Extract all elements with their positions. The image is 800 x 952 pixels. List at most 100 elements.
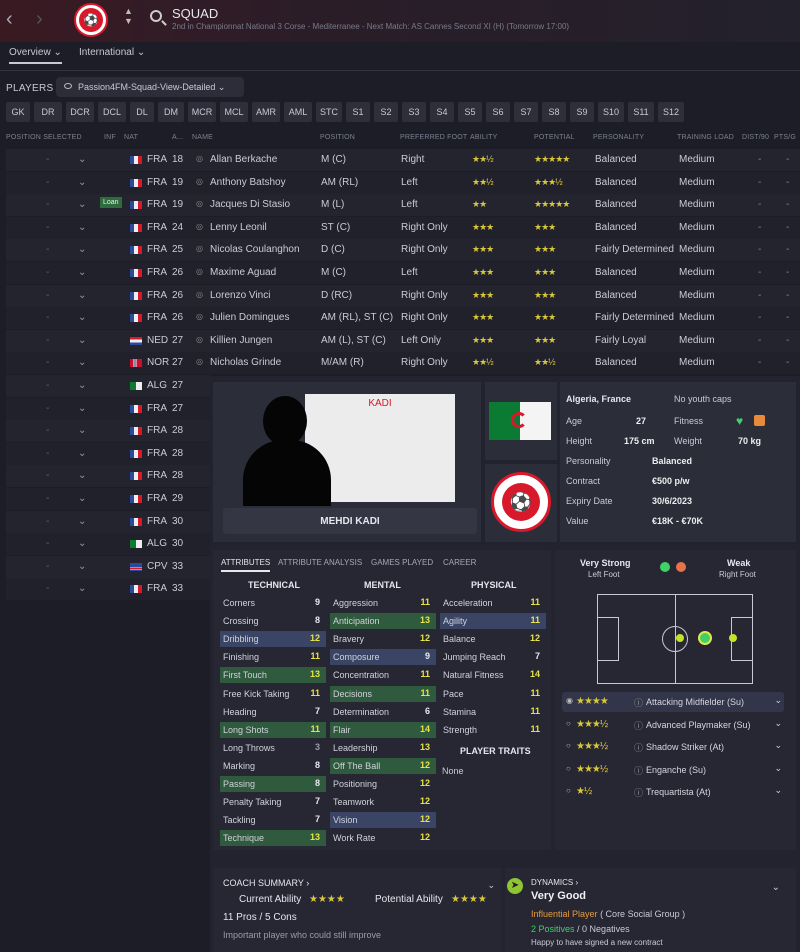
chevron-down-icon[interactable]: ⌄ (78, 290, 86, 301)
radio-icon[interactable]: ○ (566, 786, 571, 795)
chevron-down-icon[interactable]: ⌄ (78, 538, 86, 549)
club-badge[interactable]: ⚽ (491, 472, 551, 532)
position-filter-s2[interactable]: S2 (374, 102, 398, 122)
position-filter-stc[interactable]: STC (316, 102, 342, 122)
column-header[interactable]: DIST/90 (742, 134, 769, 141)
player-name[interactable]: Nicholas Grinde (210, 357, 281, 368)
position-filter-s11[interactable]: S11 (628, 102, 654, 122)
chevron-down-icon[interactable]: ⌄ (774, 718, 782, 729)
info-icon[interactable]: ⓘ (634, 696, 643, 709)
player-name[interactable]: Lenny Leonil (210, 222, 267, 233)
player-name[interactable]: Jacques Di Stasio (210, 199, 290, 210)
position-filter-s7[interactable]: S7 (514, 102, 538, 122)
chevron-down-icon[interactable]: ⌄ (78, 561, 86, 572)
position-filter-dcr[interactable]: DCR (66, 102, 94, 122)
view-selector[interactable]: Passion4FM-Squad-View-Detailed ⌄ (56, 77, 244, 97)
table-row[interactable]: - ⌄ FRA 24 ◎ Lenny Leonil ST (C) Right Only ★★★ ★… (6, 216, 800, 239)
chevron-down-icon[interactable]: ⌄ (78, 357, 86, 368)
role-row[interactable]: ○ ★★★½ ⓘ Advanced Playmaker (Su) ⌄ (562, 715, 784, 735)
column-header[interactable]: PERSONALITY (593, 134, 644, 141)
tab-attribute-analysis[interactable]: ATTRIBUTE ANALYSIS (278, 558, 362, 567)
forward-icon[interactable]: › (36, 8, 43, 31)
position-filter-s9[interactable]: S9 (570, 102, 594, 122)
chevron-down-icon[interactable]: ⌄ (774, 763, 782, 774)
position-filter-s5[interactable]: S5 (458, 102, 482, 122)
position-filter-s1[interactable]: S1 (346, 102, 370, 122)
club-crest[interactable]: ⚽ (74, 3, 108, 37)
search-icon[interactable] (150, 10, 162, 22)
chevron-down-icon[interactable]: ⌄ (78, 516, 86, 527)
table-row[interactable]: - ⌄ FRA 26 ◎ Lorenzo Vinci D (RC) Right Only ★★★… (6, 284, 800, 307)
algeria-flag[interactable] (489, 402, 551, 440)
position-filter-s8[interactable]: S8 (542, 102, 566, 122)
player-name[interactable]: Lorenzo Vinci (210, 290, 270, 301)
chevron-down-icon[interactable]: ⌄ (774, 695, 782, 706)
sort-arrows-icon[interactable]: ▲ ▼ (124, 6, 133, 26)
table-row[interactable]: - ⌄ NED 27 ◎ Killien Jungen AM (L), ST (C) Left… (6, 329, 800, 352)
role-row[interactable]: ○ ★★★½ ⓘ Shadow Striker (At) ⌄ (562, 737, 784, 757)
table-row[interactable]: - ⌄ CPV 33 (6, 555, 210, 578)
chevron-down-icon[interactable]: ⌄ (78, 425, 86, 436)
chevron-down-icon[interactable]: ⌄ (78, 403, 86, 414)
table-row[interactable]: - ⌄ FRA 25 ◎ Nicolas Coulanghon D (C) Right Onl… (6, 239, 800, 262)
player-name[interactable]: Killien Jungen (210, 335, 272, 346)
player-name[interactable]: Maxime Aguad (210, 267, 276, 278)
chevron-down-icon[interactable]: ⌄ (78, 470, 86, 481)
info-icon[interactable]: ⓘ (634, 719, 643, 732)
chevron-down-icon[interactable]: ⌄ (78, 583, 86, 594)
radio-icon[interactable]: ○ (566, 764, 571, 773)
table-row[interactable]: - ⌄ FRA 33 (6, 578, 210, 601)
chevron-down-icon[interactable]: ⌄ (78, 493, 86, 504)
info-icon[interactable]: ⓘ (634, 741, 643, 754)
position-filter-s4[interactable]: S4 (430, 102, 454, 122)
chevron-down-icon[interactable]: ⌄ (78, 244, 86, 255)
position-filter-s10[interactable]: S10 (598, 102, 624, 122)
info-icon[interactable]: ⓘ (634, 764, 643, 777)
table-row[interactable]: - ⌄ Loan FRA 19 ◎ Jacques Di Stasio M (L) Left ★★… (6, 194, 800, 217)
tab-overview[interactable]: Overview ⌄ (9, 47, 62, 64)
position-filter-dm[interactable]: DM (158, 102, 184, 122)
table-row[interactable]: - ⌄ NOR 27 ◎ Nicholas Grinde M/AM (R) Right Onl… (6, 352, 800, 375)
player-name[interactable]: Allan Berkache (210, 154, 277, 165)
table-row[interactable]: - ⌄ FRA 28 (6, 465, 210, 488)
table-row[interactable]: - ⌄ FRA 30 (6, 510, 210, 533)
role-row[interactable]: ◉ ★★★★ ⓘ Attacking Midfielder (Su) ⌄ (562, 692, 784, 712)
position-filter-dcl[interactable]: DCL (98, 102, 126, 122)
table-row[interactable]: - ⌄ ALG 30 (6, 533, 210, 556)
chevron-down-icon[interactable]: ⌄ (772, 882, 780, 893)
radio-icon[interactable]: ○ (566, 741, 571, 750)
column-header[interactable]: PTS/G (774, 134, 796, 141)
chevron-down-icon[interactable]: ⌄ (78, 222, 86, 233)
player-name[interactable]: Anthony Batshoy (210, 177, 286, 188)
tab-career[interactable]: CAREER (443, 558, 476, 567)
column-header[interactable]: NAME (192, 134, 213, 141)
chevron-down-icon[interactable]: ⌄ (78, 380, 86, 391)
position-filter-s6[interactable]: S6 (486, 102, 510, 122)
column-header[interactable]: NAT (124, 134, 138, 141)
column-header[interactable]: POTENTIAL (534, 134, 575, 141)
column-header[interactable]: POSITION SELECTED (6, 134, 82, 141)
chevron-down-icon[interactable]: ⌄ (78, 199, 86, 210)
tab-international[interactable]: International ⌄ (79, 47, 145, 58)
table-row[interactable]: - ⌄ FRA 28 (6, 420, 210, 443)
column-header[interactable]: INF (104, 134, 116, 141)
table-row[interactable]: - ⌄ FRA 18 ◎ Allan Berkache M (C) Right ★★½ ★★★★★… (6, 149, 800, 171)
column-header[interactable]: POSITION (320, 134, 355, 141)
chevron-down-icon[interactable]: ⌄ (774, 785, 782, 796)
position-filter-dl[interactable]: DL (130, 102, 154, 122)
table-row[interactable]: - ⌄ FRA 29 (6, 488, 210, 510)
position-filter-mcl[interactable]: MCL (220, 102, 248, 122)
tab-attributes[interactable]: ATTRIBUTES (221, 558, 271, 572)
position-filter-gk[interactable]: GK (6, 102, 30, 122)
dynamics-title[interactable]: DYNAMICS › (531, 878, 578, 887)
position-filter-amr[interactable]: AMR (252, 102, 280, 122)
chevron-down-icon[interactable]: ⌄ (78, 177, 86, 188)
chevron-down-icon[interactable]: ⌄ (78, 267, 86, 278)
position-filter-dr[interactable]: DR (34, 102, 62, 122)
role-row[interactable]: ○ ★★★½ ⓘ Enganche (Su) ⌄ (562, 760, 784, 780)
chevron-down-icon[interactable]: ⌄ (78, 448, 86, 459)
column-header[interactable]: PREFERRED FOOT (400, 134, 467, 141)
column-header[interactable]: TRAINING LOAD (677, 134, 734, 141)
tab-games-played[interactable]: GAMES PLAYED (371, 558, 433, 567)
coach-summary-title[interactable]: COACH SUMMARY › (223, 878, 309, 888)
